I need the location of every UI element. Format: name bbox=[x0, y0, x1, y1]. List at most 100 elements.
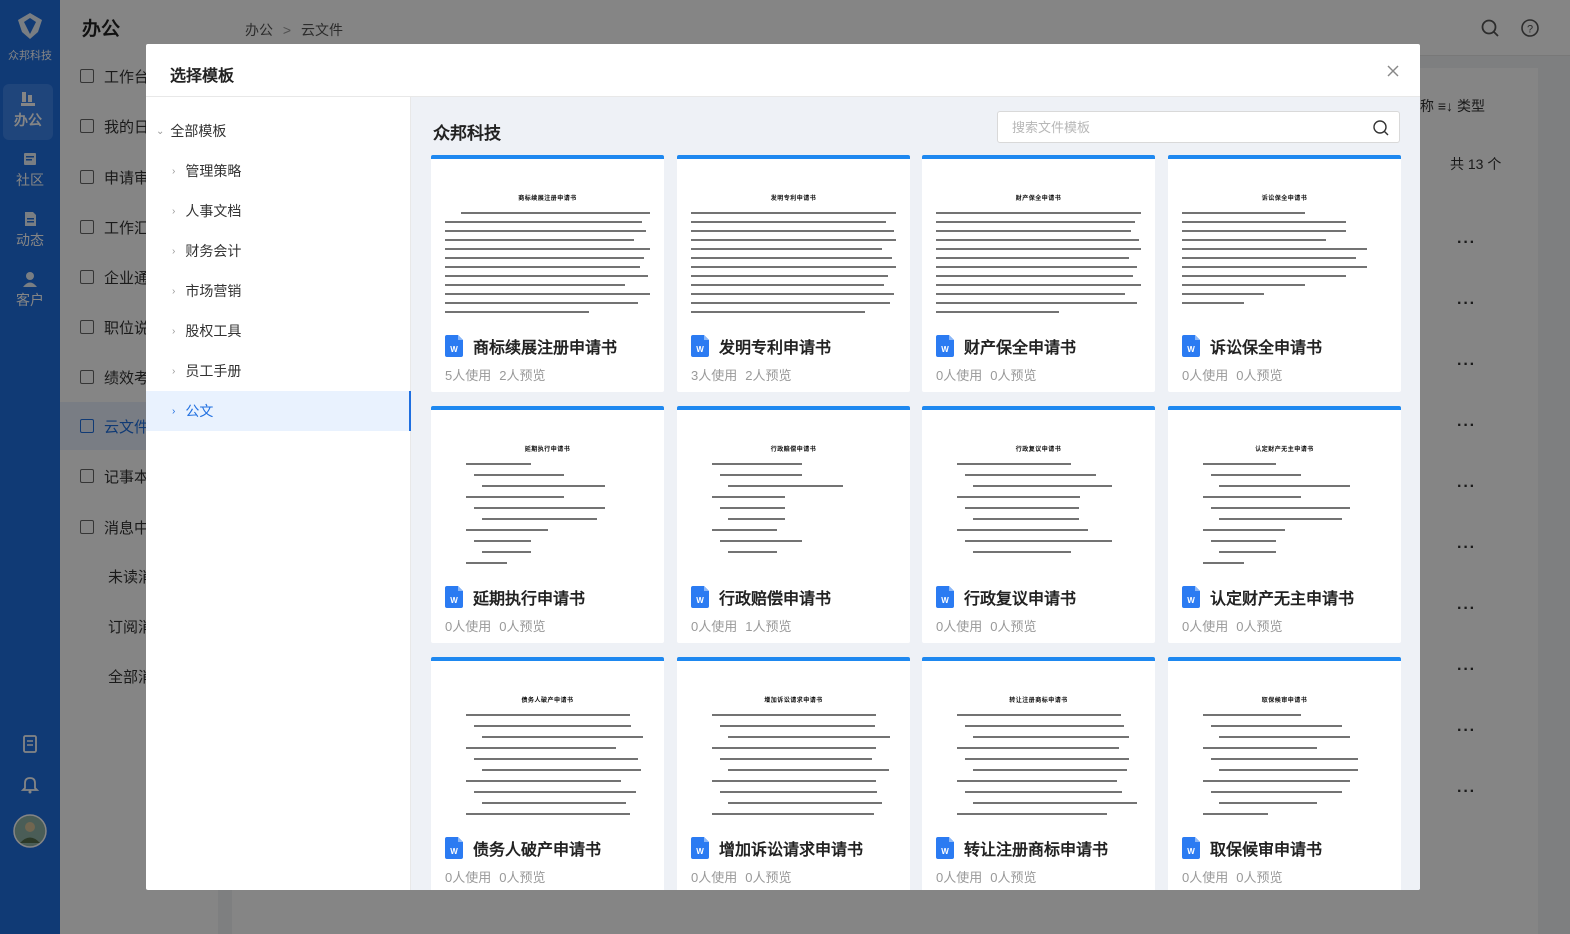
preview-count: 0人预览 bbox=[1236, 368, 1283, 383]
thumb-text-line bbox=[1182, 284, 1305, 286]
thumbnail-doc-title: 诉讼保全申请书 bbox=[1261, 196, 1308, 202]
svg-text:W: W bbox=[450, 847, 458, 856]
template-name-row: W 发明专利申请书 bbox=[691, 334, 831, 358]
thumb-text-line bbox=[1202, 463, 1277, 465]
thumb-text-line bbox=[691, 293, 894, 295]
template-card[interactable]: 商标续展注册申请书 W 商标续展注册申请书 5人使用 2人预览 bbox=[431, 155, 664, 392]
tree-node-finance[interactable]: › 财务会计 bbox=[146, 231, 411, 271]
template-card[interactable]: 财产保全申请书 W 财产保全申请书 0人使用 0人预览 bbox=[922, 155, 1155, 392]
svg-text:W: W bbox=[696, 596, 704, 605]
thumb-text-line bbox=[1202, 562, 1244, 564]
thumb-text-line bbox=[972, 802, 1137, 804]
thumb-text-line bbox=[473, 791, 637, 793]
word-doc-icon: W bbox=[1182, 335, 1200, 357]
thumb-text-line bbox=[972, 518, 1080, 520]
tree-node-handbook[interactable]: › 员工手册 bbox=[146, 351, 411, 391]
thumb-text-line bbox=[465, 529, 548, 531]
thumbnail-doc-title: 发明专利申请书 bbox=[770, 196, 817, 202]
template-stats: 0人使用 0人预览 bbox=[1182, 616, 1290, 635]
preview-count: 0人预览 bbox=[990, 368, 1037, 383]
tree-node-official-docs[interactable]: › 公文 bbox=[146, 391, 411, 431]
template-card[interactable]: 行政赔偿申请书 W 行政赔偿申请书 0人使用 1人预览 bbox=[677, 406, 910, 643]
thumb-text-line bbox=[1202, 747, 1318, 749]
thumbnail-doc-title: 行政赔偿申请书 bbox=[770, 447, 817, 453]
thumb-text-line bbox=[964, 791, 1123, 793]
usage-count: 5人使用 bbox=[445, 368, 492, 383]
template-card[interactable]: 认定财产无主申请书 W 认定财产无主申请书 0人使用 0人预览 bbox=[1168, 406, 1401, 643]
template-name: 取保候审申请书 bbox=[1210, 842, 1323, 859]
thumbnail-doc-title: 商标续展注册申请书 bbox=[518, 196, 577, 202]
tree-root-label: 全部模板 bbox=[170, 123, 227, 139]
thumb-text-line bbox=[481, 518, 597, 520]
thumb-text-line bbox=[1210, 540, 1277, 542]
thumb-text-line bbox=[445, 311, 589, 313]
thumb-text-line bbox=[1202, 496, 1301, 498]
tree-node-marketing[interactable]: › 市场营销 bbox=[146, 271, 411, 311]
section-title: 众邦科技 bbox=[433, 124, 501, 143]
template-card[interactable]: 发明专利申请书 W 发明专利申请书 3人使用 2人预览 bbox=[677, 155, 910, 392]
thumb-text-line bbox=[481, 485, 605, 487]
thumb-text-line bbox=[445, 266, 640, 268]
thumb-text-line bbox=[691, 311, 866, 313]
thumb-text-line bbox=[1210, 474, 1301, 476]
thumb-text-line bbox=[956, 780, 1118, 782]
template-card[interactable]: 取保候审申请书 W 取保候审申请书 0人使用 0人预览 bbox=[1168, 657, 1401, 890]
thumb-text-line bbox=[936, 230, 1131, 232]
template-search-input[interactable] bbox=[998, 112, 1358, 142]
thumb-text-line bbox=[972, 485, 1113, 487]
thumb-text-line bbox=[936, 221, 1135, 223]
chevron-right-icon: › bbox=[172, 285, 176, 297]
template-card[interactable]: 转让注册商标申请书 W 转让注册商标申请书 0人使用 0人预览 bbox=[922, 657, 1155, 890]
template-stats: 0人使用 0人预览 bbox=[445, 867, 553, 886]
svg-text:W: W bbox=[941, 345, 949, 354]
search-icon[interactable] bbox=[1372, 119, 1389, 136]
tree-node-equity[interactable]: › 股权工具 bbox=[146, 311, 411, 351]
preview-count: 0人预览 bbox=[1236, 619, 1283, 634]
thumb-text-line bbox=[964, 758, 1129, 760]
template-thumbnail: 债务人破产申请书 bbox=[445, 671, 650, 819]
template-name: 商标续展注册申请书 bbox=[473, 340, 618, 357]
tree-node-hr[interactable]: › 人事文档 bbox=[146, 191, 411, 231]
template-card[interactable]: 债务人破产申请书 W 债务人破产申请书 0人使用 0人预览 bbox=[431, 657, 664, 890]
thumb-text-line bbox=[445, 284, 626, 286]
preview-count: 0人预览 bbox=[990, 870, 1037, 885]
thumb-text-line bbox=[972, 551, 1072, 553]
thumb-text-line bbox=[964, 540, 1113, 542]
thumb-text-line bbox=[1202, 529, 1285, 531]
template-stats: 0人使用 0人预览 bbox=[1182, 365, 1290, 384]
template-card[interactable]: 诉讼保全申请书 W 诉讼保全申请书 0人使用 0人预览 bbox=[1168, 155, 1401, 392]
thumb-text-line bbox=[711, 463, 802, 465]
template-name-row: W 增加诉讼请求申请书 bbox=[691, 836, 863, 860]
template-thumbnail: 转让注册商标申请书 bbox=[936, 671, 1141, 819]
word-doc-icon: W bbox=[445, 586, 463, 608]
thumbnail-doc-title: 转让注册商标申请书 bbox=[1009, 698, 1068, 704]
template-card[interactable]: 增加诉讼请求申请书 W 增加诉讼请求申请书 0人使用 0人预览 bbox=[677, 657, 910, 890]
template-card[interactable]: 行政复议申请书 W 行政复议申请书 0人使用 0人预览 bbox=[922, 406, 1155, 643]
thumb-text-line bbox=[964, 507, 1080, 509]
thumb-text-line bbox=[727, 518, 786, 520]
usage-count: 0人使用 bbox=[1182, 619, 1229, 634]
template-category-tree: ⌄ 全部模板 › 管理策略 › 人事文档 › 财务会计 › 市场营销 › 股权工具 › 员工… bbox=[146, 97, 411, 890]
template-name-row: W 商标续展注册申请书 bbox=[445, 334, 617, 358]
svg-text:W: W bbox=[1187, 847, 1195, 856]
thumb-text-line bbox=[972, 736, 1129, 738]
thumb-text-line bbox=[936, 275, 1133, 277]
tree-node-label: 股权工具 bbox=[185, 323, 242, 339]
usage-count: 0人使用 bbox=[936, 619, 983, 634]
usage-count: 0人使用 bbox=[1182, 870, 1229, 885]
thumb-text-line bbox=[936, 284, 1141, 286]
word-doc-icon: W bbox=[691, 335, 709, 357]
tree-root-all-templates[interactable]: ⌄ 全部模板 bbox=[156, 121, 226, 141]
template-stats: 0人使用 0人预览 bbox=[936, 867, 1044, 886]
template-thumbnail: 取保候审申请书 bbox=[1182, 671, 1387, 819]
thumb-text-line bbox=[1202, 813, 1269, 815]
usage-count: 0人使用 bbox=[691, 870, 738, 885]
template-name: 发明专利申请书 bbox=[719, 340, 832, 357]
template-card[interactable]: 延期执行申请书 W 延期执行申请书 0人使用 0人预览 bbox=[431, 406, 664, 643]
tree-node-label: 公文 bbox=[185, 403, 214, 419]
tree-node-management[interactable]: › 管理策略 bbox=[146, 151, 411, 191]
template-name: 认定财产无主申请书 bbox=[1210, 591, 1355, 608]
close-icon[interactable] bbox=[1386, 64, 1400, 78]
thumb-text-line bbox=[473, 507, 605, 509]
thumb-text-line bbox=[956, 463, 1072, 465]
